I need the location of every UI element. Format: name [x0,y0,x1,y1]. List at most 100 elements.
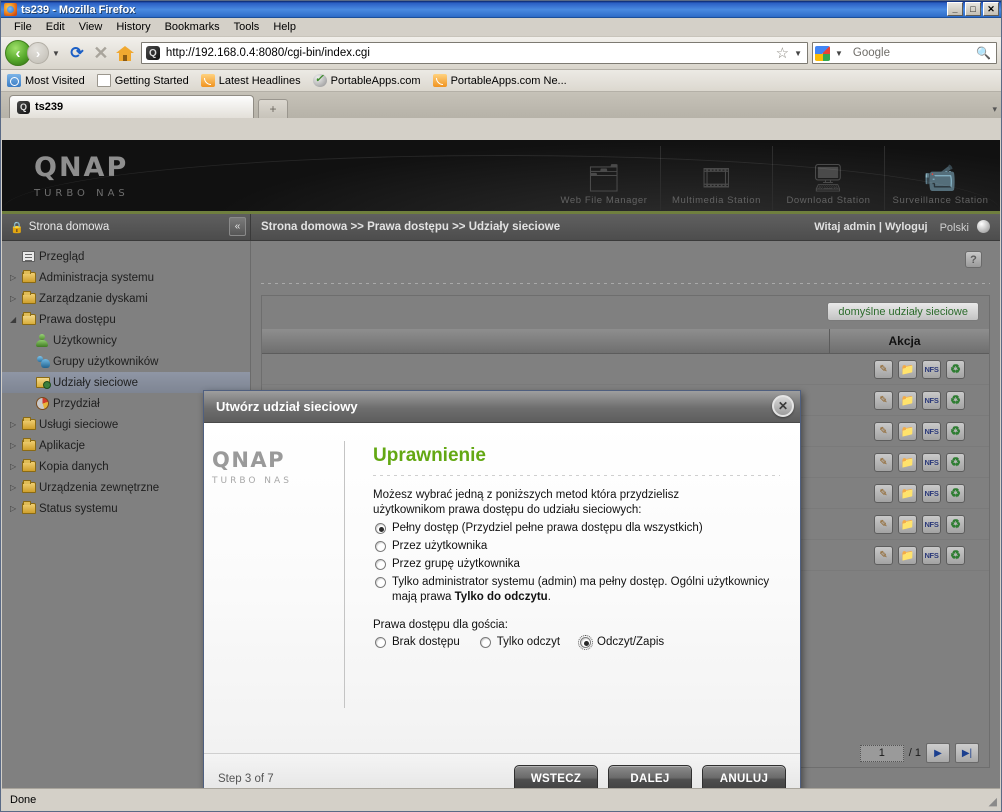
radio-icon[interactable] [375,577,386,588]
sidebar-item-uzytkownicy[interactable]: Użytkownicy [2,330,250,351]
nfs-action-button[interactable]: NFS [922,421,941,441]
search-icon[interactable]: 🔍 [976,46,991,60]
edit-action-button[interactable]: ✎ [874,421,893,441]
refresh-action-button[interactable]: ♻ [946,452,965,472]
menu-help[interactable]: Help [266,20,303,34]
nfs-action-button[interactable]: NFS [922,359,941,379]
back-button[interactable]: WSTECZ [514,764,598,788]
folder-action-button[interactable]: 📁 [898,421,917,441]
bookmark-getting-started[interactable]: Getting Started [96,74,189,87]
permission-option-full-access[interactable]: Pełny dostęp (Przydziel pełne prawa dost… [373,521,780,536]
page-input[interactable]: 1 [859,744,904,762]
expand-twisty-icon[interactable]: ▷ [10,462,22,471]
menu-bookmarks[interactable]: Bookmarks [158,20,227,34]
folder-action-button[interactable]: 📁 [898,452,917,472]
refresh-action-button[interactable]: ♻ [946,483,965,503]
sidebar-item-zarzadzanie-dyskami[interactable]: ▷ Zarządzanie dyskami [2,288,250,309]
bookmark-portableapps-news[interactable]: PortableApps.com Ne... [432,74,567,87]
edit-action-button[interactable]: ✎ [874,452,893,472]
nfs-action-button[interactable]: NFS [922,452,941,472]
url-bar[interactable]: Q http://192.168.0.4:8080/cgi-bin/index.… [140,42,808,64]
nfs-action-button[interactable]: NFS [922,390,941,410]
nfs-action-button[interactable]: NFS [922,514,941,534]
permission-option-by-user[interactable]: Przez użytkownika [373,539,780,554]
edit-action-button[interactable]: ✎ [874,514,893,534]
next-page-button[interactable]: ▶ [926,743,950,763]
refresh-action-button[interactable]: ♻ [946,359,965,379]
bookmark-portableapps[interactable]: PortableApps.com [312,72,421,87]
radio-icon[interactable] [578,635,594,650]
radio-icon[interactable] [375,523,386,534]
sidebar-item-prawa-dostepu[interactable]: ◢ Prawa dostępu [2,309,250,330]
radio-icon[interactable] [375,559,386,570]
menu-edit[interactable]: Edit [39,20,72,34]
search-bar[interactable]: ▼ Google 🔍 [812,42,997,64]
guest-option-read-only[interactable]: Tylko odczyt [478,635,560,648]
app-surveillance-station[interactable]: 📹 Surveillance Station [884,146,996,210]
guest-option-no-access[interactable]: Brak dostępu [373,635,460,648]
nfs-action-button[interactable]: NFS [922,545,941,565]
restore-default-shares-button[interactable]: domyślne udziały sieciowe [827,302,979,321]
sidebar-item-grupy-uzytkownikow[interactable]: Grupy użytkowników [2,351,250,372]
expand-twisty-icon[interactable]: ▷ [10,273,22,282]
menu-tools[interactable]: Tools [227,20,267,34]
menu-history[interactable]: History [109,20,157,34]
app-web-file-manager[interactable]: 🗂 Web File Manager [548,146,660,210]
resize-grip-icon[interactable]: ◢ [989,795,997,808]
close-button[interactable]: ✕ [983,2,999,16]
radio-icon[interactable] [479,637,491,648]
folder-action-button[interactable]: 📁 [898,514,917,534]
refresh-action-button[interactable]: ♻ [946,545,965,565]
nfs-action-button[interactable]: NFS [922,483,941,503]
collapse-twisty-icon[interactable]: ◢ [10,315,22,324]
edit-action-button[interactable]: ✎ [874,390,893,410]
folder-action-button[interactable]: 📁 [898,359,917,379]
history-dropdown-icon[interactable]: ▼ [52,49,60,58]
close-icon[interactable]: ✕ [772,395,794,417]
next-button[interactable]: DALEJ [608,764,692,788]
radio-icon[interactable] [375,541,386,552]
sidebar-item-administracja-systemu[interactable]: ▷ Administracja systemu [2,267,250,288]
edit-action-button[interactable]: ✎ [874,483,893,503]
expand-twisty-icon[interactable]: ▷ [10,504,22,513]
expand-twisty-icon[interactable]: ▷ [10,483,22,492]
language-selector[interactable]: Polski [940,220,990,234]
refresh-action-button[interactable]: ♻ [946,514,965,534]
expand-twisty-icon[interactable]: ▷ [10,441,22,450]
app-download-station[interactable]: 🖥 Download Station [772,146,884,210]
expand-twisty-icon[interactable]: ▷ [10,294,22,303]
menu-view[interactable]: View [72,20,110,34]
folder-action-button[interactable]: 📁 [898,390,917,410]
last-page-button[interactable]: ▶| [955,743,979,763]
tab-ts239[interactable]: Q ts239 [9,95,254,118]
sidebar-item-przeglad[interactable]: Przegląd [2,246,250,267]
refresh-action-button[interactable]: ♻ [946,421,965,441]
expand-twisty-icon[interactable]: ▷ [10,420,22,429]
permission-option-by-group[interactable]: Przez grupę użytkownika [373,557,780,572]
search-engine-dropdown-icon[interactable]: ▼ [835,49,843,58]
bookmark-latest-headlines[interactable]: Latest Headlines [200,74,301,87]
maximize-button[interactable]: □ [965,2,981,16]
radio-icon[interactable] [375,637,386,648]
reload-icon[interactable]: ⟳ [65,41,89,65]
home-link[interactable]: 🔒 Strona domowa « [2,214,251,240]
guest-option-read-write[interactable]: Odczyt/Zapis [578,635,664,650]
refresh-action-button[interactable]: ♻ [946,390,965,410]
permission-option-admin-only[interactable]: Tylko administrator systemu (admin) ma p… [373,575,780,605]
folder-action-button[interactable]: 📁 [898,545,917,565]
tab-list-dropdown-icon[interactable]: ▾ [992,104,997,115]
new-tab-button[interactable]: + [258,99,288,118]
collapse-sidebar-button[interactable]: « [229,217,246,236]
bookmark-star-icon[interactable]: ☆ [776,44,789,62]
edit-action-button[interactable]: ✎ [874,359,893,379]
help-icon[interactable]: ? [965,251,982,268]
urlbar-dropdown-icon[interactable]: ▼ [794,49,802,58]
folder-action-button[interactable]: 📁 [898,483,917,503]
bookmark-most-visited[interactable]: Most Visited [7,74,85,87]
user-greeting[interactable]: Witaj admin | Wyloguj [814,221,927,233]
home-icon[interactable] [113,41,137,65]
cancel-button[interactable]: ANULUJ [702,764,786,788]
edit-action-button[interactable]: ✎ [874,545,893,565]
search-input[interactable]: Google [848,47,976,59]
menu-file[interactable]: File [7,20,39,34]
